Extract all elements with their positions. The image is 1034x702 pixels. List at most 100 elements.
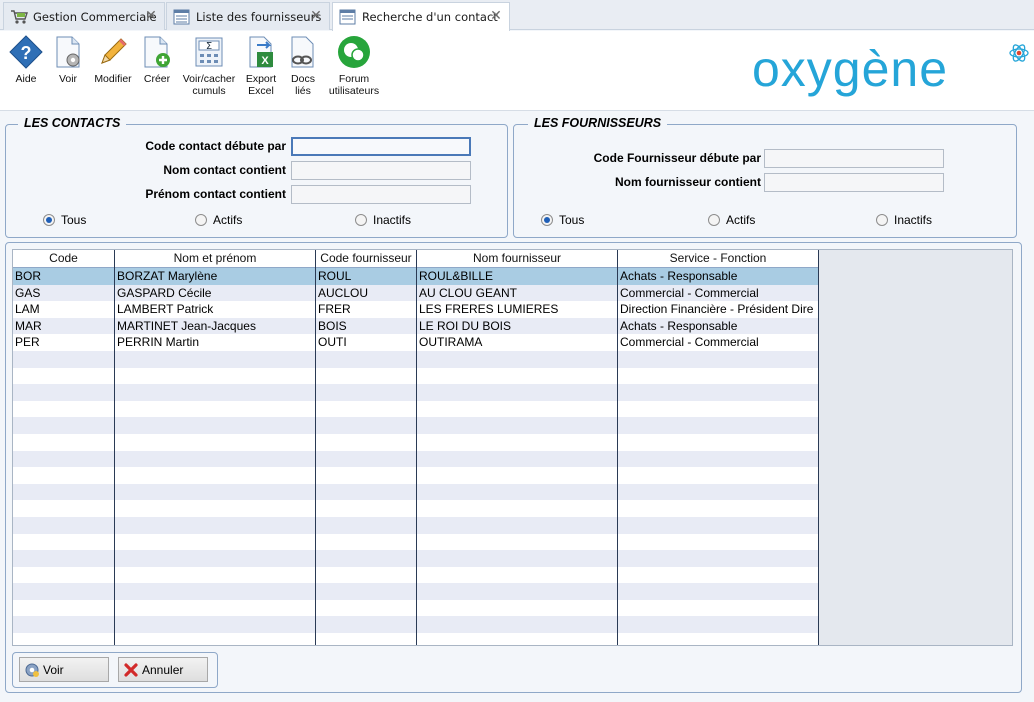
table-cell [316,600,417,617]
table-cell: ROUL&BILLE [419,269,494,283]
code-contact-input[interactable] [291,137,471,156]
table-cell: Achats - Responsable [620,269,738,283]
code-contact-label: Code contact débute par [145,139,286,153]
radio-label: Actifs [213,213,243,227]
table-cell: MARTINET Jean-Jacques [117,318,256,333]
table-cell [618,517,819,534]
table-cell: LAM [15,302,40,317]
table-cell: BOIS [318,318,347,333]
table-cell [316,467,417,484]
voir-label: Voir [58,73,78,85]
nom-contact-input[interactable] [291,161,471,180]
contacts-radio-tous[interactable]: Tous [43,213,86,227]
table-cell: Direction Financière - Président Dire [620,302,814,317]
pencil-icon [101,38,127,64]
code-fournisseur-label: Code Fournisseur débute par [593,151,761,165]
table-cell [316,633,417,645]
fournisseurs-radio-tous[interactable]: Tous [541,213,584,227]
svg-text:X: X [261,55,269,67]
fournisseurs-radio-inactifs[interactable]: Inactifs [876,213,932,227]
table-cell [618,583,819,600]
fournisseurs-radio-actifs[interactable]: Actifs [708,213,755,227]
aide-label: Aide [15,73,37,85]
table-cell [316,484,417,501]
table-cell [316,417,417,434]
table-cell [13,434,115,451]
nom-contact-label: Nom contact contient [163,163,286,177]
radio-label: Actifs [726,213,756,227]
table-cell [13,401,115,418]
table-cell [316,616,417,633]
nom-fournisseur-input[interactable] [764,173,944,192]
docs-label-line1: Docs [291,73,315,85]
close-icon[interactable]: ✕ [309,9,323,23]
table-cell [618,600,819,617]
table-cell [13,484,115,501]
forum-label-line1: Forum [338,73,370,85]
linked-docs-icon [291,36,314,68]
close-icon[interactable]: ✕ [144,9,158,23]
tab-recherche-contact[interactable]: Recherche d'un contact ✕ [332,2,510,31]
annuler-button[interactable]: Annuler [118,657,208,682]
voir-cacher-cumuls-button[interactable]: Σ Voir/cacher cumuls [180,35,238,97]
table-cell [417,500,618,517]
column-header-nom-prenom[interactable]: Nom et prénom [115,250,316,268]
voir-button[interactable]: Voir [50,35,86,85]
table-cell [417,600,618,617]
table-cell [13,467,115,484]
annuler-label: Annuler [142,662,184,677]
column-header-nom-fournisseur[interactable]: Nom fournisseur [417,250,618,268]
table-cell [618,484,819,501]
table-cell [13,384,115,401]
table-cell [417,550,618,567]
table-cell [417,417,618,434]
tab-liste-fournisseurs[interactable]: Liste des fournisseurs ✕ [166,2,330,30]
table-cell: Commercial - Commercial [620,285,759,300]
new-document-icon [144,36,170,68]
tab-gestion-commerciale[interactable]: Gestion Commerciale ✕ [3,2,165,30]
radio-selected-icon [541,214,553,226]
close-icon[interactable]: ✕ [489,9,503,23]
aide-button[interactable]: ? Aide [6,35,46,85]
table-cell [417,567,618,584]
contacts-radio-actifs[interactable]: Actifs [195,213,242,227]
table-cell [316,451,417,468]
radio-icon [355,214,367,226]
radio-label: Inactifs [373,213,412,227]
table-cell [316,534,417,551]
export-excel-button[interactable]: X Export Excel [243,35,279,97]
docs-lies-button[interactable]: Docs liés [285,35,321,97]
table-cell [115,351,316,368]
forum-utilisateurs-button[interactable]: Forum utilisateurs [326,35,382,97]
prenom-contact-label: Prénom contact contient [145,187,286,201]
table-cell: PERRIN Martin [117,335,200,350]
voir-action-button[interactable]: Voir [19,657,109,682]
table-cell [316,434,417,451]
column-header-service-fonction[interactable]: Service - Fonction [618,250,819,268]
table-cell [316,401,417,418]
table-cell: PER [15,335,40,350]
table-cell [316,567,417,584]
table-cell [115,451,316,468]
code-fournisseur-input[interactable] [764,149,944,168]
prenom-contact-input[interactable] [291,185,471,204]
modifier-button[interactable]: Modifier [92,35,134,85]
contacts-radio-inactifs[interactable]: Inactifs [355,213,411,227]
table-cell [115,517,316,534]
table-cell [316,583,417,600]
export-label-line2: Excel [248,85,274,97]
column-header-code[interactable]: Code [13,250,115,268]
export-label-line1: Export [245,73,277,85]
docs-label-line2: liés [295,85,311,97]
table-cell [417,368,618,385]
column-header-code-fournisseur[interactable]: Code fournisseur [316,250,417,268]
table-cell: GASPARD Cécile [117,285,212,300]
table-cell [316,500,417,517]
svg-text:Σ: Σ [206,41,212,52]
table-cell [618,534,819,551]
creer-button[interactable]: Créer [140,35,174,85]
table-cell [417,484,618,501]
gear-view-icon [25,663,39,677]
table-cell [13,583,115,600]
table-cell [618,434,819,451]
